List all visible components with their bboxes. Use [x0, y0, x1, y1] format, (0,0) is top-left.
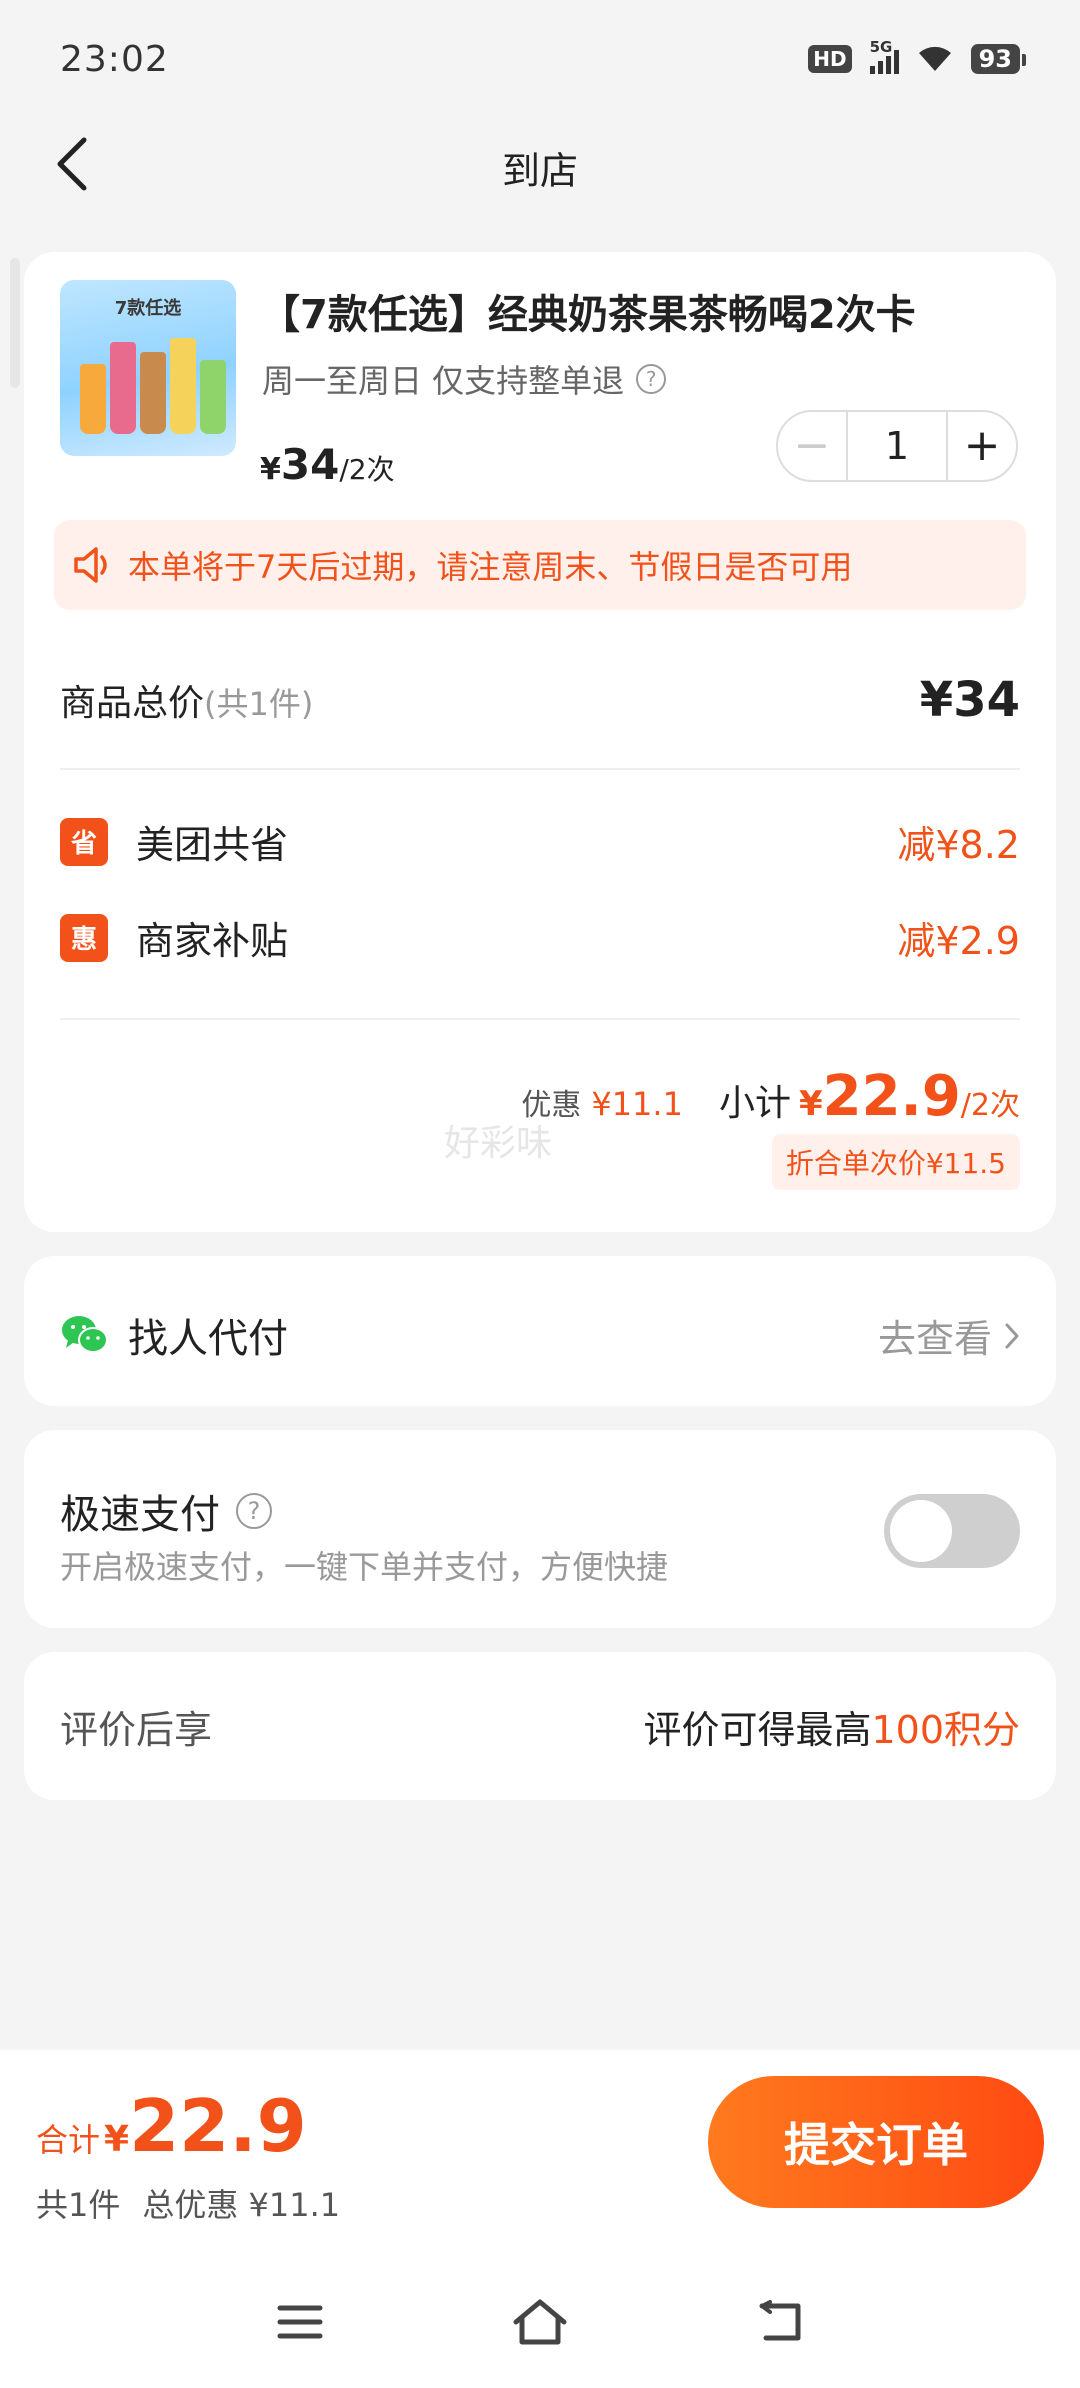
signal-icon: 5G	[869, 38, 899, 74]
order-card: 7款任选 【7款任选】经典奶茶果茶畅喝2次卡 周一至周日 仅支持整单退 ? ¥3…	[24, 252, 1056, 1232]
quantity-value[interactable]: 1	[846, 412, 948, 480]
hd-icon: HD	[808, 45, 852, 73]
discount-row-meituan: 省 美团共省 减¥8.2	[60, 814, 1020, 869]
review-reward-text: 评价可得最高	[643, 1707, 872, 1752]
product-image[interactable]: 7款任选	[60, 280, 236, 456]
submit-order-button[interactable]: 提交订单	[708, 2076, 1044, 2208]
divider	[60, 1018, 1020, 1020]
discount-row-merchant: 惠 商家补贴 减¥2.9	[60, 910, 1020, 965]
fast-pay-subtitle: 开启极速支付，一键下单并支付，方便快捷	[60, 1548, 669, 1586]
status-icons: HD 5G 93	[808, 38, 1027, 74]
return-button[interactable]	[748, 2290, 812, 2354]
goods-total-value: ¥34	[919, 672, 1020, 728]
status-time: 23:02	[60, 38, 169, 80]
total-discount: 总优惠 ¥11.1	[142, 2186, 341, 2224]
review-label: 评价后享	[60, 1707, 213, 1752]
goods-total-label: 商品总价(共1件)	[60, 683, 314, 724]
toggle-knob	[890, 1500, 952, 1562]
friend-pay-label: 找人代付	[128, 1316, 288, 1362]
help-icon[interactable]: ?	[236, 1493, 272, 1529]
subtotal-label: 小计	[718, 1083, 791, 1124]
product-subtitle: 周一至周日 仅支持整单退 ?	[262, 356, 667, 402]
home-icon	[513, 2299, 567, 2345]
quantity-stepper: − 1 +	[776, 410, 1018, 482]
help-icon[interactable]: ?	[636, 364, 667, 394]
goods-total-row: 商品总价(共1件) ¥34	[60, 672, 1020, 728]
price-value: 34	[280, 440, 340, 489]
friend-pay-action: 去查看	[877, 1317, 992, 1361]
system-nav-bar	[0, 2270, 1080, 2370]
subtotal-currency: ¥	[798, 1084, 823, 1124]
product-price: ¥34/2次	[260, 440, 395, 489]
discount-value: 减¥2.9	[897, 919, 1020, 963]
decrease-button[interactable]: −	[778, 412, 846, 480]
wechat-icon	[62, 1316, 108, 1353]
fast-pay-card: 极速支付 ? 开启极速支付，一键下单并支付，方便快捷	[24, 1430, 1056, 1628]
discount-value: 减¥8.2	[897, 823, 1020, 867]
scrollbar[interactable]	[10, 258, 20, 388]
benefit-badge-icon: 惠	[60, 913, 108, 962]
subtotal-row: 优惠 ¥11.1 小计 ¥ 22.9 /2次	[521, 1064, 1020, 1129]
grand-total: 合计 ¥ 22.9	[36, 2084, 307, 2168]
price-currency: ¥	[260, 452, 281, 487]
item-count: 共1件	[36, 2186, 121, 2224]
status-bar: 23:02 HD 5G 93	[0, 0, 1080, 118]
return-icon	[759, 2300, 801, 2341]
review-card: 评价后享 评价可得最高100积分	[24, 1652, 1056, 1800]
discount-total-value: ¥11.1	[591, 1085, 683, 1123]
grand-total-label: 合计	[36, 2121, 101, 2159]
increase-button[interactable]: +	[948, 412, 1016, 480]
chevron-right-icon	[1005, 1323, 1019, 1348]
wifi-icon	[917, 45, 953, 73]
subtotal-value: 22.9	[822, 1064, 961, 1129]
nav-bar: 到店	[0, 118, 1080, 210]
discount-label: 商家补贴	[136, 919, 289, 963]
product-title: 【7款任选】经典奶茶果茶畅喝2次卡	[260, 292, 916, 338]
goods-count: (共1件)	[204, 685, 314, 723]
subtotal-unit: /2次	[960, 1088, 1020, 1123]
divider	[60, 768, 1020, 770]
home-button[interactable]	[508, 2290, 572, 2354]
fast-pay-title: 极速支付	[60, 1492, 220, 1538]
battery-icon: 93	[970, 44, 1027, 74]
discount-label: 美团共省	[136, 823, 289, 867]
price-unit: /2次	[339, 453, 395, 486]
menu-button[interactable]	[268, 2290, 332, 2354]
review-reward: 评价可得最高100积分	[643, 1699, 1020, 1754]
speaker-icon	[74, 547, 107, 583]
per-use-price-badge: 折合单次价¥11.5	[771, 1134, 1020, 1190]
friend-pay-link[interactable]: 去查看	[878, 1308, 1020, 1363]
network-type: 5G	[869, 38, 893, 56]
product-subtitle-text: 周一至周日 仅支持整单退	[262, 362, 625, 400]
expiry-notice: 本单将于7天后过期，请注意周末、节假日是否可用	[54, 520, 1026, 610]
order-summary: 共1件 总优惠 ¥11.1	[36, 2180, 340, 2226]
save-badge-icon: 省	[60, 817, 108, 866]
page-title: 到店	[501, 149, 578, 193]
review-reward-points: 100积分	[871, 1707, 1020, 1752]
expiry-notice-text: 本单将于7天后过期，请注意周末、节假日是否可用	[128, 548, 853, 586]
watermark: 好彩味	[444, 1123, 553, 1164]
fast-pay-toggle[interactable]	[884, 1494, 1020, 1568]
friend-pay-card[interactable]: 找人代付 去查看	[24, 1256, 1056, 1406]
product-image-caption: 7款任选	[114, 298, 182, 319]
menu-icon	[277, 2305, 323, 2339]
grand-total-currency: ¥	[104, 2119, 130, 2160]
grand-total-value: 22.9	[129, 2084, 307, 2168]
